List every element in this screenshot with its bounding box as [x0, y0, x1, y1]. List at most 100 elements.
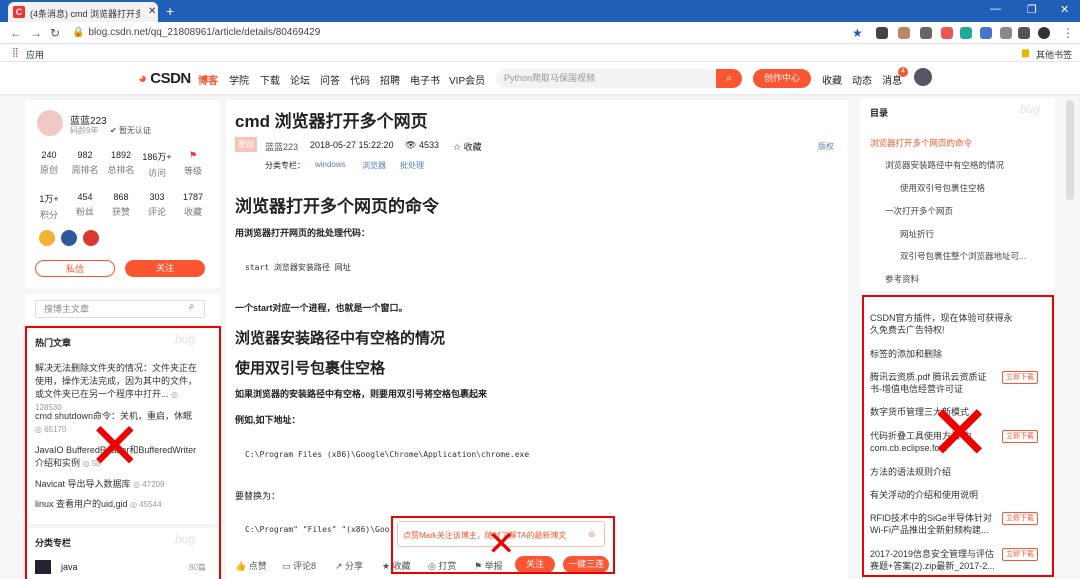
category-label: 分类专栏：	[265, 161, 305, 170]
stat-week-rank[interactable]: 982 周排名	[67, 150, 103, 176]
level-icon: ⚑	[188, 150, 198, 160]
csdn-favicon-icon: C	[13, 6, 25, 18]
nav-activity[interactable]: 动态	[852, 72, 872, 87]
extension-icon[interactable]	[1000, 27, 1012, 39]
original-tag: 原创	[235, 137, 257, 152]
badge-icon[interactable]	[83, 230, 99, 246]
bookmark-star-icon[interactable]: ★	[852, 26, 863, 40]
toc-item[interactable]: 一次打开多个网页	[885, 205, 953, 217]
article-author[interactable]: 蓝蓝223	[265, 140, 298, 153]
stat-likes[interactable]: 868 获赞	[103, 192, 139, 218]
puzzle-icon[interactable]	[1018, 27, 1030, 39]
article-date: 2018-05-27 15:22:20	[310, 140, 394, 150]
star-icon: ☆	[453, 142, 464, 152]
bookmarks-bar: ⣿ 应用 ▆ 其他书签	[0, 44, 1080, 62]
nav-academy[interactable]: 学院	[229, 72, 249, 87]
author-cert: ✔ 暂无认证	[110, 126, 151, 135]
comment-icon: ▭	[282, 561, 294, 571]
url-input[interactable]: 🔒 blog.csdn.net/qq_21808961/article/detai…	[72, 25, 842, 41]
minimize-button[interactable]: —	[990, 3, 1001, 15]
annotation-cross: ✕	[88, 410, 142, 482]
paragraph: 用浏览器打开网页的批处理代码：	[235, 228, 371, 238]
nav-favorites[interactable]: 收藏	[822, 72, 842, 87]
nav-blog[interactable]: 博客	[198, 72, 218, 87]
nav-jobs[interactable]: 招聘	[380, 72, 400, 87]
toc-item[interactable]: 网址折行	[900, 228, 934, 240]
site-search-input[interactable]: Python爬取马保国视频	[496, 69, 716, 88]
extension-icon[interactable]	[980, 27, 992, 39]
nav-forum[interactable]: 论坛	[290, 72, 310, 87]
tab-close-icon[interactable]: ✕	[148, 6, 156, 17]
stat-level[interactable]: ⚑ 等级	[175, 150, 211, 177]
blog-search-input[interactable]: 搜博主文章	[35, 300, 205, 318]
forward-icon[interactable]: →	[30, 26, 42, 40]
close-window-button[interactable]: ✕	[1060, 3, 1069, 16]
author-avatar[interactable]	[37, 110, 63, 136]
profile-icon[interactable]	[1038, 27, 1050, 39]
paragraph: 如果浏览器的安装路径中有空格，则要用双引号将空格包裹起来	[235, 389, 488, 399]
bookmark-other[interactable]: 其他书签	[1036, 48, 1072, 61]
toc-scrollbar[interactable]	[1066, 100, 1074, 200]
badge-icon[interactable]	[39, 230, 55, 246]
heading-spaces: 浏览器安装路径中有空格的情况	[235, 330, 446, 347]
extension-icon[interactable]	[876, 27, 888, 39]
private-message-button[interactable]: 私信	[35, 260, 115, 277]
folder-icon: ▆	[1022, 47, 1029, 57]
stat-visits[interactable]: 186万+ 访问	[139, 150, 175, 179]
toc-item[interactable]: 双引号包裹住整个浏览器地址可...	[900, 250, 1026, 262]
thumb-up-icon: 👍	[235, 561, 249, 571]
menu-icon[interactable]: ⋮	[1062, 26, 1074, 40]
badge-icon[interactable]	[61, 230, 77, 246]
code-block: C:\Program Files (x86)\Google\Chrome\App…	[245, 450, 530, 459]
extension-icon[interactable]	[920, 27, 932, 39]
stat-fans[interactable]: 454 粉丝	[67, 192, 103, 218]
create-center-button[interactable]: 创作中心	[753, 69, 811, 88]
nav-ebook[interactable]: 电子书	[410, 72, 440, 87]
stat-comments[interactable]: 303 评论	[139, 192, 175, 218]
maximize-button[interactable]: ❐	[1027, 3, 1037, 16]
reload-icon[interactable]: ↻	[50, 26, 60, 40]
extension-icon[interactable]	[960, 27, 972, 39]
toc-item[interactable]: 参考资料	[885, 273, 919, 285]
toc-item[interactable]: 使用双引号包裹住空格	[900, 182, 985, 194]
stat-favorites[interactable]: 1787 收藏	[175, 192, 211, 218]
category-tag[interactable]: windows	[315, 160, 346, 169]
user-avatar[interactable]	[914, 68, 932, 86]
category-tag[interactable]: 批处理	[400, 160, 424, 171]
message-badge: 4	[898, 67, 908, 77]
article-views: 👁 4533	[405, 140, 439, 150]
copyright-link[interactable]: 版权	[818, 141, 834, 152]
toc-item[interactable]: 浏览器打开多个网页的命令	[870, 137, 972, 149]
csdn-logo[interactable]: ◕ CSDN	[138, 70, 191, 87]
stat-total-rank[interactable]: 1892 总排名	[103, 150, 139, 176]
code-block: C:\Program" "Files" "(x86)\Goo	[245, 525, 390, 534]
heading-commands: 浏览器打开多个网页的命令	[235, 197, 439, 216]
like-button[interactable]: 👍 点赞	[235, 559, 267, 572]
blog-search-panel: 搜博主文章 ⌕	[25, 294, 220, 324]
share-button[interactable]: ↗ 分享	[335, 559, 363, 572]
extension-icon[interactable]	[941, 27, 953, 39]
new-tab-button[interactable]: +	[166, 3, 174, 19]
stat-points[interactable]: 1万+ 积分	[31, 192, 67, 221]
nav-code[interactable]: 代码	[350, 72, 370, 87]
lock-icon: 🔒	[72, 27, 85, 38]
browser-tab[interactable]: C (4条消息) cmd 浏览器打开多个网 ✕	[8, 2, 158, 22]
stat-original[interactable]: 240 原创	[31, 150, 67, 176]
article-fav[interactable]: ☆ 收藏	[453, 140, 482, 153]
toc-item[interactable]: 浏览器安装路径中有空格的情况	[885, 159, 1004, 171]
back-icon[interactable]: ←	[10, 26, 22, 40]
share-icon: ↗	[335, 561, 346, 571]
nav-download[interactable]: 下载	[260, 72, 280, 87]
cert-icon: ✔	[110, 126, 119, 135]
nav-qa[interactable]: 问答	[320, 72, 340, 87]
author-years: 码龄9年	[70, 126, 99, 135]
search-icon[interactable]: ⌕	[716, 69, 742, 88]
category-tag[interactable]: 浏览器	[362, 160, 386, 171]
extension-icon[interactable]	[898, 27, 910, 39]
nav-vip[interactable]: VIP会员	[449, 72, 485, 87]
comment-button[interactable]: ▭ 评论8	[282, 559, 316, 572]
url-text: blog.csdn.net/qq_21808961/article/detail…	[88, 27, 321, 38]
follow-button[interactable]: 关注	[125, 260, 205, 277]
bookmark-apps[interactable]: 应用	[26, 48, 44, 61]
search-icon[interactable]: ⌕	[189, 301, 195, 312]
